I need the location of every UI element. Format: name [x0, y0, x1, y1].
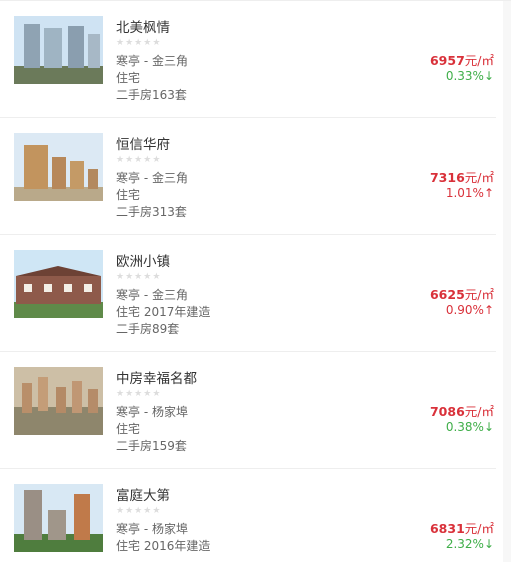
star-icon: ★ [116, 155, 125, 165]
star-icon: ★ [134, 38, 143, 48]
property-thumbnail[interactable] [14, 367, 103, 435]
star-icon: ★ [152, 38, 161, 48]
arrow-down-icon: ↓ [483, 420, 494, 434]
star-icon: ★ [143, 389, 152, 399]
location: 寒亭 - 金三角 [116, 54, 188, 68]
location: 寒亭 - 金三角 [116, 171, 188, 185]
price-value: 7086 [429, 404, 465, 419]
star-icon: ★ [116, 506, 125, 516]
building-photo [14, 367, 103, 435]
star-icon: ★ [152, 389, 161, 399]
property-name[interactable]: 恒信华府 [116, 133, 170, 153]
star-icon: ★ [134, 506, 143, 516]
price-value: 6831 [429, 521, 465, 536]
building-photo [14, 16, 103, 84]
price: 6831元/㎡ [430, 518, 494, 537]
change-value: 0.38% [445, 420, 484, 434]
star-icon: ★ [125, 38, 134, 48]
price-unit: 元/㎡ [464, 521, 494, 536]
list-item[interactable]: 欧洲小镇 ★ ★ ★ ★ ★ 寒亭 - 金三角 住宅 2017年建造 二手房89套 66… [0, 235, 496, 352]
property-name[interactable]: 北美枫情 [116, 16, 170, 36]
price-unit: 元/㎡ [464, 53, 494, 68]
property-type: 住宅 [116, 71, 141, 85]
arrow-up-icon: ↑ [483, 303, 494, 317]
rating-stars: ★ ★ ★ ★ ★ [116, 273, 160, 282]
star-icon: ★ [116, 389, 125, 399]
star-icon: ★ [116, 38, 125, 48]
star-icon: ★ [134, 155, 143, 165]
property-name[interactable]: 富庭大第 [116, 484, 170, 504]
location: 寒亭 - 金三角 [116, 288, 188, 302]
star-icon: ★ [125, 389, 134, 399]
resale-count[interactable]: 二手房159套 [116, 437, 187, 454]
star-icon: ★ [152, 155, 161, 165]
price-change: 0.33%↓ [446, 69, 494, 83]
price: 6957元/㎡ [430, 50, 494, 69]
property-type: 住宅 2016年建造 [116, 539, 211, 553]
arrow-up-icon: ↑ [483, 186, 494, 200]
resale-count[interactable]: 二手房313套 [116, 203, 187, 220]
star-icon: ★ [143, 38, 152, 48]
resale-count[interactable]: 二手房163套 [116, 86, 187, 103]
rating-stars: ★ ★ ★ ★ ★ [116, 507, 160, 516]
rating-stars: ★ ★ ★ ★ ★ [116, 156, 160, 165]
star-icon: ★ [125, 506, 134, 516]
change-value: 0.90% [445, 303, 484, 317]
resale-count[interactable]: 二手房89套 [116, 320, 179, 337]
star-icon: ★ [125, 155, 134, 165]
list-item[interactable]: 恒信华府 ★ ★ ★ ★ ★ 寒亭 - 金三角 住宅 二手房313套 7316元/㎡ 1… [0, 118, 496, 235]
price-value: 6625 [429, 287, 465, 302]
star-icon: ★ [143, 272, 152, 282]
location: 寒亭 - 杨家埠 [116, 522, 188, 536]
change-value: 1.01% [445, 186, 484, 200]
scrollbar-track[interactable] [503, 1, 511, 562]
price-change: 0.38%↓ [446, 420, 494, 434]
star-icon: ★ [134, 272, 143, 282]
rating-stars: ★ ★ ★ ★ ★ [116, 39, 160, 48]
star-icon: ★ [152, 272, 161, 282]
rating-stars: ★ ★ ★ ★ ★ [116, 390, 160, 399]
price: 7316元/㎡ [430, 167, 494, 186]
price-unit: 元/㎡ [464, 287, 494, 302]
building-photo [14, 133, 103, 201]
price-value: 6957 [429, 53, 465, 68]
star-icon: ★ [152, 506, 161, 516]
property-name[interactable]: 欧洲小镇 [116, 250, 170, 270]
location: 寒亭 - 杨家埠 [116, 405, 188, 419]
price-value: 7316 [429, 170, 465, 185]
change-value: 0.33% [445, 69, 484, 83]
property-type: 住宅 [116, 188, 141, 202]
property-thumbnail[interactable] [14, 133, 103, 201]
property-thumbnail[interactable] [14, 16, 103, 84]
star-icon: ★ [134, 389, 143, 399]
star-icon: ★ [143, 155, 152, 165]
price-change: 0.90%↑ [446, 303, 494, 317]
price: 7086元/㎡ [430, 401, 494, 420]
property-thumbnail[interactable] [14, 484, 103, 552]
price-unit: 元/㎡ [464, 404, 494, 419]
building-photo [14, 250, 103, 318]
price-change: 1.01%↑ [446, 186, 494, 200]
list-item[interactable]: 富庭大第 ★ ★ ★ ★ ★ 寒亭 - 杨家埠 住宅 2016年建造 6831元/㎡ 2… [0, 469, 496, 586]
arrow-down-icon: ↓ [483, 537, 494, 551]
change-value: 2.32% [445, 537, 484, 551]
property-type: 住宅 2017年建造 [116, 305, 211, 319]
price-change: 2.32%↓ [446, 537, 494, 551]
property-type: 住宅 [116, 422, 141, 436]
property-name[interactable]: 中房幸福名都 [116, 367, 197, 387]
star-icon: ★ [116, 272, 125, 282]
property-thumbnail[interactable] [14, 250, 103, 318]
price: 6625元/㎡ [430, 284, 494, 303]
star-icon: ★ [125, 272, 134, 282]
star-icon: ★ [143, 506, 152, 516]
building-photo [14, 484, 103, 552]
price-unit: 元/㎡ [464, 170, 494, 185]
list-item[interactable]: 北美枫情 ★ ★ ★ ★ ★ 寒亭 - 金三角 住宅 二手房163套 6957元/㎡ 0… [0, 1, 496, 118]
listing-list: 北美枫情 ★ ★ ★ ★ ★ 寒亭 - 金三角 住宅 二手房163套 6957元/㎡ 0… [0, 0, 511, 562]
arrow-down-icon: ↓ [483, 69, 494, 83]
list-item[interactable]: 中房幸福名都 ★ ★ ★ ★ ★ 寒亭 - 杨家埠 住宅 二手房159套 7086元/㎡… [0, 352, 496, 469]
